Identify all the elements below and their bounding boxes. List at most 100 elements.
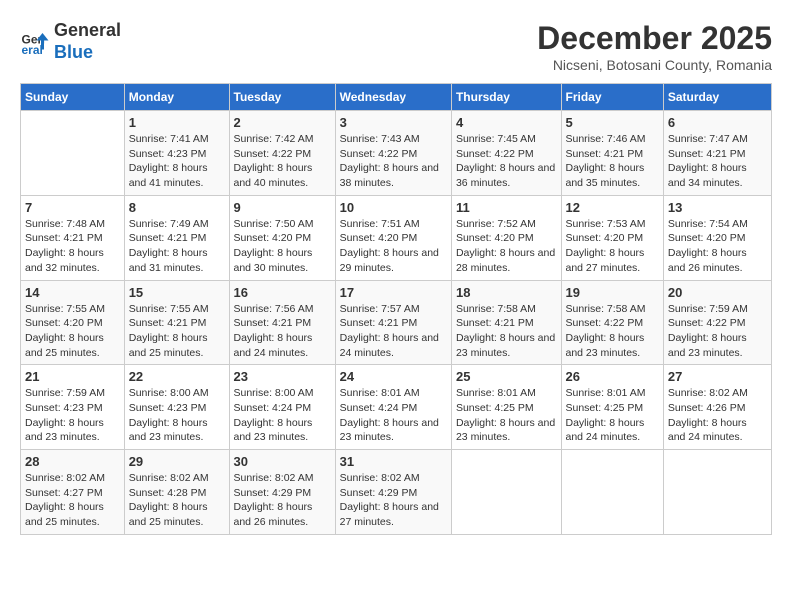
sunrise-text: Sunrise: 7:59 AM (25, 387, 105, 399)
day-number: 31 (340, 454, 447, 469)
day-number: 19 (566, 285, 659, 300)
day-info: Sunrise: 8:01 AM Sunset: 4:24 PM Dayligh… (340, 386, 447, 445)
day-info: Sunrise: 8:00 AM Sunset: 4:24 PM Dayligh… (234, 386, 331, 445)
day-info: Sunrise: 7:45 AM Sunset: 4:22 PM Dayligh… (456, 132, 557, 191)
day-info: Sunrise: 8:01 AM Sunset: 4:25 PM Dayligh… (566, 386, 659, 445)
day-number: 7 (25, 200, 120, 215)
daylight-text: Daylight: 8 hours and 28 minutes. (456, 247, 555, 274)
sunrise-text: Sunrise: 8:02 AM (25, 472, 105, 484)
header-tuesday: Tuesday (229, 84, 335, 111)
calendar-cell: 4 Sunrise: 7:45 AM Sunset: 4:22 PM Dayli… (451, 111, 561, 196)
sunset-text: Sunset: 4:22 PM (340, 148, 418, 160)
sunset-text: Sunset: 4:22 PM (668, 317, 746, 329)
daylight-text: Daylight: 8 hours and 30 minutes. (234, 247, 313, 274)
calendar-cell: 15 Sunrise: 7:55 AM Sunset: 4:21 PM Dayl… (124, 280, 229, 365)
sunset-text: Sunset: 4:22 PM (234, 148, 312, 160)
daylight-text: Daylight: 8 hours and 24 minutes. (340, 332, 439, 359)
sunset-text: Sunset: 4:20 PM (566, 232, 644, 244)
sunset-text: Sunset: 4:20 PM (456, 232, 534, 244)
week-row-3: 14 Sunrise: 7:55 AM Sunset: 4:20 PM Dayl… (21, 280, 772, 365)
calendar-cell: 19 Sunrise: 7:58 AM Sunset: 4:22 PM Dayl… (561, 280, 663, 365)
daylight-text: Daylight: 8 hours and 24 minutes. (566, 417, 645, 444)
day-info: Sunrise: 7:55 AM Sunset: 4:21 PM Dayligh… (129, 302, 225, 361)
week-row-5: 28 Sunrise: 8:02 AM Sunset: 4:27 PM Dayl… (21, 450, 772, 535)
sunrise-text: Sunrise: 8:01 AM (456, 387, 536, 399)
sunrise-text: Sunrise: 7:58 AM (566, 303, 646, 315)
calendar-table: SundayMondayTuesdayWednesdayThursdayFrid… (20, 83, 772, 535)
day-info: Sunrise: 7:49 AM Sunset: 4:21 PM Dayligh… (129, 217, 225, 276)
sunset-text: Sunset: 4:25 PM (456, 402, 534, 414)
daylight-text: Daylight: 8 hours and 25 minutes. (129, 332, 208, 359)
sunset-text: Sunset: 4:21 PM (129, 317, 207, 329)
day-info: Sunrise: 7:48 AM Sunset: 4:21 PM Dayligh… (25, 217, 120, 276)
calendar-cell: 13 Sunrise: 7:54 AM Sunset: 4:20 PM Dayl… (663, 195, 771, 280)
calendar-header-row: SundayMondayTuesdayWednesdayThursdayFrid… (21, 84, 772, 111)
sunrise-text: Sunrise: 7:41 AM (129, 133, 209, 145)
daylight-text: Daylight: 8 hours and 40 minutes. (234, 162, 313, 189)
daylight-text: Daylight: 8 hours and 23 minutes. (456, 417, 555, 444)
daylight-text: Daylight: 8 hours and 24 minutes. (668, 417, 747, 444)
sunset-text: Sunset: 4:24 PM (234, 402, 312, 414)
header-monday: Monday (124, 84, 229, 111)
calendar-cell: 22 Sunrise: 8:00 AM Sunset: 4:23 PM Dayl… (124, 365, 229, 450)
daylight-text: Daylight: 8 hours and 25 minutes. (129, 501, 208, 528)
day-info: Sunrise: 7:55 AM Sunset: 4:20 PM Dayligh… (25, 302, 120, 361)
calendar-cell: 6 Sunrise: 7:47 AM Sunset: 4:21 PM Dayli… (663, 111, 771, 196)
calendar-cell: 30 Sunrise: 8:02 AM Sunset: 4:29 PM Dayl… (229, 450, 335, 535)
sunset-text: Sunset: 4:20 PM (25, 317, 103, 329)
daylight-text: Daylight: 8 hours and 25 minutes. (25, 332, 104, 359)
sunrise-text: Sunrise: 7:47 AM (668, 133, 748, 145)
day-info: Sunrise: 7:53 AM Sunset: 4:20 PM Dayligh… (566, 217, 659, 276)
sunrise-text: Sunrise: 7:57 AM (340, 303, 420, 315)
day-number: 22 (129, 369, 225, 384)
header-wednesday: Wednesday (335, 84, 451, 111)
sunrise-text: Sunrise: 8:01 AM (340, 387, 420, 399)
calendar-cell: 29 Sunrise: 8:02 AM Sunset: 4:28 PM Dayl… (124, 450, 229, 535)
day-info: Sunrise: 7:54 AM Sunset: 4:20 PM Dayligh… (668, 217, 767, 276)
day-info: Sunrise: 8:02 AM Sunset: 4:26 PM Dayligh… (668, 386, 767, 445)
day-number: 24 (340, 369, 447, 384)
day-info: Sunrise: 7:46 AM Sunset: 4:21 PM Dayligh… (566, 132, 659, 191)
day-info: Sunrise: 7:42 AM Sunset: 4:22 PM Dayligh… (234, 132, 331, 191)
day-number: 26 (566, 369, 659, 384)
calendar-cell: 16 Sunrise: 7:56 AM Sunset: 4:21 PM Dayl… (229, 280, 335, 365)
sunset-text: Sunset: 4:20 PM (234, 232, 312, 244)
calendar-cell: 3 Sunrise: 7:43 AM Sunset: 4:22 PM Dayli… (335, 111, 451, 196)
header-friday: Friday (561, 84, 663, 111)
calendar-cell (21, 111, 125, 196)
sunset-text: Sunset: 4:29 PM (340, 487, 418, 499)
day-info: Sunrise: 7:58 AM Sunset: 4:22 PM Dayligh… (566, 302, 659, 361)
calendar-cell: 28 Sunrise: 8:02 AM Sunset: 4:27 PM Dayl… (21, 450, 125, 535)
day-number: 15 (129, 285, 225, 300)
day-info: Sunrise: 7:56 AM Sunset: 4:21 PM Dayligh… (234, 302, 331, 361)
sunrise-text: Sunrise: 7:46 AM (566, 133, 646, 145)
sunset-text: Sunset: 4:21 PM (456, 317, 534, 329)
calendar-cell: 7 Sunrise: 7:48 AM Sunset: 4:21 PM Dayli… (21, 195, 125, 280)
day-number: 28 (25, 454, 120, 469)
sunset-text: Sunset: 4:21 PM (668, 148, 746, 160)
sunset-text: Sunset: 4:23 PM (25, 402, 103, 414)
daylight-text: Daylight: 8 hours and 35 minutes. (566, 162, 645, 189)
sunset-text: Sunset: 4:28 PM (129, 487, 207, 499)
daylight-text: Daylight: 8 hours and 26 minutes. (668, 247, 747, 274)
header-sunday: Sunday (21, 84, 125, 111)
day-info: Sunrise: 7:47 AM Sunset: 4:21 PM Dayligh… (668, 132, 767, 191)
sunrise-text: Sunrise: 8:02 AM (668, 387, 748, 399)
calendar-cell: 27 Sunrise: 8:02 AM Sunset: 4:26 PM Dayl… (663, 365, 771, 450)
daylight-text: Daylight: 8 hours and 23 minutes. (340, 417, 439, 444)
calendar-cell: 1 Sunrise: 7:41 AM Sunset: 4:23 PM Dayli… (124, 111, 229, 196)
calendar-cell: 9 Sunrise: 7:50 AM Sunset: 4:20 PM Dayli… (229, 195, 335, 280)
day-number: 1 (129, 115, 225, 130)
daylight-text: Daylight: 8 hours and 23 minutes. (234, 417, 313, 444)
day-number: 9 (234, 200, 331, 215)
month-title: December 2025 (537, 20, 772, 57)
sunset-text: Sunset: 4:21 PM (129, 232, 207, 244)
calendar-cell: 18 Sunrise: 7:58 AM Sunset: 4:21 PM Dayl… (451, 280, 561, 365)
calendar-cell: 12 Sunrise: 7:53 AM Sunset: 4:20 PM Dayl… (561, 195, 663, 280)
sunrise-text: Sunrise: 8:02 AM (340, 472, 420, 484)
sunset-text: Sunset: 4:29 PM (234, 487, 312, 499)
calendar-cell: 5 Sunrise: 7:46 AM Sunset: 4:21 PM Dayli… (561, 111, 663, 196)
header-thursday: Thursday (451, 84, 561, 111)
calendar-cell: 8 Sunrise: 7:49 AM Sunset: 4:21 PM Dayli… (124, 195, 229, 280)
calendar-cell: 17 Sunrise: 7:57 AM Sunset: 4:21 PM Dayl… (335, 280, 451, 365)
